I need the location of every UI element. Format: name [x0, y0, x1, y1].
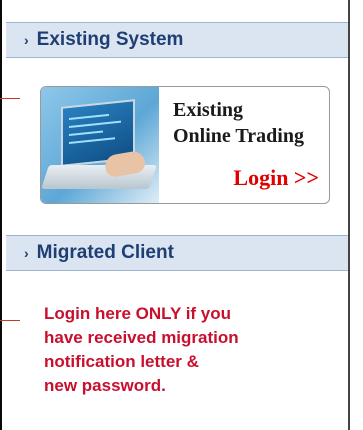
- page-left-border: [0, 0, 2, 430]
- computer-keyboard-image: [41, 87, 159, 203]
- login-panel: › Existing System Existing Online Tradin…: [6, 0, 350, 430]
- section-header-existing-system: › Existing System: [6, 22, 348, 58]
- banner-line-existing: Existing: [173, 99, 244, 121]
- existing-online-trading-login-button[interactable]: Existing Online Trading Login >>: [40, 86, 330, 204]
- migrated-login-instructions[interactable]: Login here ONLY if you have received mig…: [44, 302, 324, 398]
- message-line: Login here ONLY if you: [44, 304, 232, 323]
- banner-line-online-trading: Online Trading: [173, 125, 304, 147]
- banner-text: Existing Online Trading: [173, 97, 304, 149]
- message-line: have received migration: [44, 328, 239, 347]
- chevron-right-icon: ›: [24, 32, 29, 48]
- section-header-migrated-client: › Migrated Client: [6, 235, 348, 271]
- login-link[interactable]: Login >>: [233, 165, 319, 191]
- section-title: Existing System: [36, 29, 184, 50]
- message-line: notification letter &: [44, 352, 199, 371]
- message-line: new password.: [44, 376, 166, 395]
- section-title: Migrated Client: [36, 242, 174, 263]
- chevron-right-icon: ›: [24, 245, 29, 261]
